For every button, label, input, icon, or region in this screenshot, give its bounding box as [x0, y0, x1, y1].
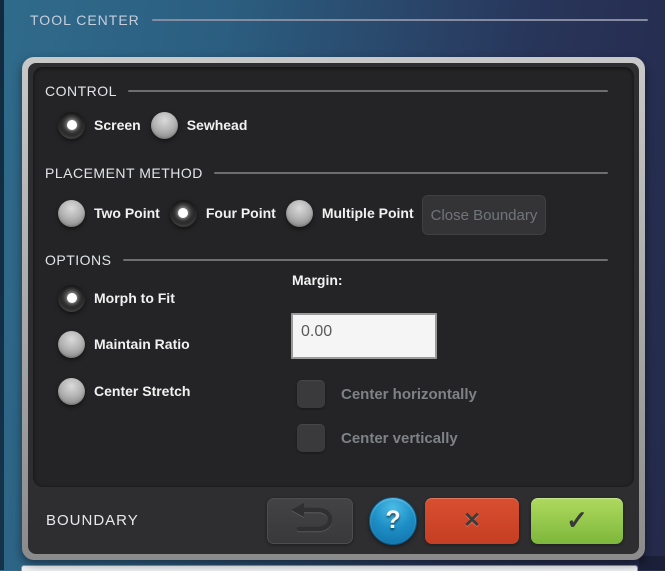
radio-maintain-ratio-label: Maintain Ratio — [94, 336, 190, 352]
radio-screen-label: Screen — [94, 117, 141, 133]
radio-unselected-icon — [285, 199, 313, 227]
settings-area: CONTROL Screen Sewhead PLACEMENT METHOD — [33, 67, 634, 487]
margin-input[interactable] — [291, 313, 437, 359]
confirm-button[interactable]: ✓ — [531, 497, 623, 544]
tool-center-dialog: CONTROL Screen Sewhead PLACEMENT METHOD — [22, 57, 645, 560]
cancel-button[interactable]: ✕ — [425, 497, 519, 544]
undo-button[interactable] — [267, 497, 353, 544]
undo-icon — [284, 501, 336, 540]
radio-maintain-ratio[interactable]: Maintain Ratio — [58, 330, 190, 358]
radio-unselected-icon — [58, 199, 85, 227]
checkbox-center-horizontally[interactable]: Center horizontally — [297, 380, 477, 408]
options-heading: OPTIONS — [45, 252, 112, 268]
radio-unselected-icon — [58, 377, 85, 405]
title-bar: TOOL CENTER — [30, 10, 648, 30]
section-rule — [127, 90, 608, 92]
radio-center-stretch-label: Center Stretch — [94, 383, 191, 399]
radio-sewhead[interactable]: Sewhead — [150, 111, 248, 139]
radio-selected-icon — [58, 111, 85, 139]
radio-unselected-icon — [150, 111, 178, 139]
radio-morph-to-fit[interactable]: Morph to Fit — [58, 284, 175, 312]
radio-two-point-label: Two Point — [94, 205, 160, 221]
placement-radio-group: Two Point Four Point Multiple Point — [58, 199, 414, 227]
placement-method-heading: PLACEMENT METHOD — [45, 165, 203, 181]
dialog-footer: BOUNDARY ? ✕ ✓ — [33, 487, 634, 554]
radio-unselected-icon — [58, 330, 85, 358]
center-vertically-label: Center vertically — [341, 429, 458, 447]
section-rule — [213, 172, 608, 174]
radio-screen[interactable]: Screen — [58, 111, 141, 139]
radio-multiple-point[interactable]: Multiple Point — [285, 199, 414, 227]
margin-label: Margin: — [292, 272, 343, 288]
placement-method-section-header: PLACEMENT METHOD — [45, 165, 608, 181]
page-title: TOOL CENTER — [30, 12, 140, 28]
radio-four-point[interactable]: Four Point — [169, 199, 276, 227]
background-window-corner — [639, 556, 665, 570]
background-window-top-edge — [21, 565, 638, 571]
section-rule — [122, 259, 608, 261]
radio-sewhead-label: Sewhead — [186, 117, 248, 133]
radio-two-point[interactable]: Two Point — [58, 199, 160, 227]
center-horizontally-label: Center horizontally — [341, 385, 477, 403]
question-mark-icon: ? — [385, 506, 401, 534]
checkmark-icon: ✓ — [566, 505, 588, 535]
control-section-header: CONTROL — [45, 83, 608, 99]
radio-selected-icon — [58, 284, 85, 312]
checkbox-center-vertically[interactable]: Center vertically — [297, 424, 458, 452]
checkbox-icon — [297, 380, 325, 408]
help-button[interactable]: ? — [369, 496, 417, 545]
dialog-body: CONTROL Screen Sewhead PLACEMENT METHOD — [28, 63, 639, 554]
x-icon: ✕ — [463, 509, 481, 532]
checkbox-icon — [297, 424, 325, 452]
control-heading: CONTROL — [45, 83, 117, 99]
radio-morph-to-fit-label: Morph to Fit — [94, 290, 175, 306]
close-boundary-button[interactable]: Close Boundary — [422, 195, 546, 235]
title-divider-line — [151, 19, 648, 21]
screen-left-edge — [0, 0, 4, 570]
options-section-header: OPTIONS — [45, 252, 608, 268]
radio-selected-icon — [169, 199, 197, 227]
radio-multiple-point-label: Multiple Point — [321, 205, 414, 221]
radio-center-stretch[interactable]: Center Stretch — [58, 377, 190, 405]
radio-four-point-label: Four Point — [205, 205, 276, 221]
control-radio-group: Screen Sewhead — [58, 111, 247, 139]
boundary-label: BOUNDARY — [46, 512, 139, 529]
close-boundary-label: Close Boundary — [430, 206, 538, 224]
